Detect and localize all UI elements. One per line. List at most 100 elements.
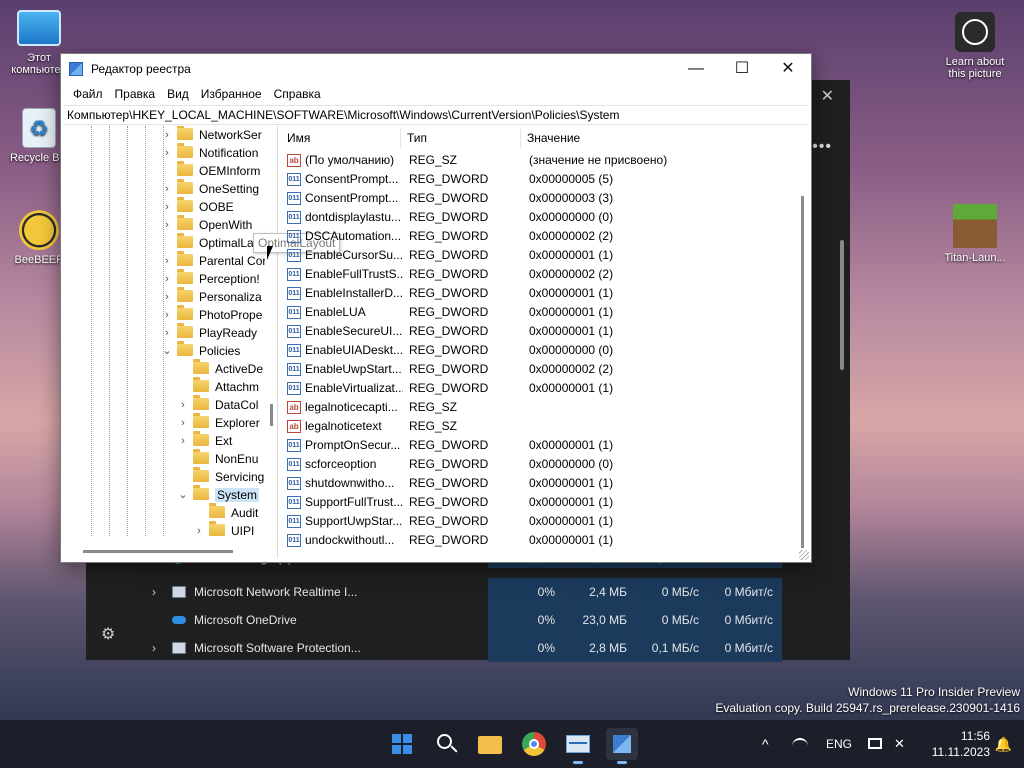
expander-icon[interactable]: ›: [161, 288, 173, 306]
values-vertical-scrollbar[interactable]: [801, 196, 804, 548]
value-row[interactable]: ab legalnoticetext REG_SZ: [281, 417, 801, 436]
menu-favorites[interactable]: Избранное: [195, 84, 268, 104]
show-hidden-icons-chevron[interactable]: ^: [762, 720, 769, 768]
menu-file[interactable]: Файл: [67, 84, 109, 104]
volume-muted-icon[interactable]: ✕: [894, 720, 905, 768]
tree-node[interactable]: ActiveDe: [193, 359, 263, 378]
tree-node[interactable]: › OneSetting: [165, 179, 259, 198]
value-row[interactable]: 011 EnableInstallerD... REG_DWORD 0x0000000…: [281, 284, 801, 303]
value-row[interactable]: ab legalnoticecapti... REG_SZ: [281, 398, 801, 417]
expander-icon[interactable]: ›: [161, 324, 173, 342]
menu-help[interactable]: Справка: [268, 84, 327, 104]
expander-icon[interactable]: ›: [161, 198, 173, 216]
tree-node[interactable]: › PhotoPrope: [165, 305, 262, 324]
value-row[interactable]: 011 ConsentPrompt... REG_DWORD 0x00000003 (…: [281, 189, 801, 208]
windows-start-icon[interactable]: [386, 728, 418, 760]
value-row[interactable]: 011 EnableVirtualizat... REG_DWORD 0x000000…: [281, 379, 801, 398]
clock[interactable]: 11:56 11.11.2023: [932, 728, 990, 760]
expander-icon[interactable]: ›: [161, 270, 173, 288]
tree-horizontal-scrollbar[interactable]: [83, 550, 233, 553]
key-tree[interactable]: › NetworkSer › Notification OEMInform › One…: [63, 126, 278, 558]
device-icon[interactable]: [868, 720, 882, 768]
expander-icon[interactable]: ⌄: [161, 342, 173, 360]
value-row[interactable]: 011 SupportUwpStar... REG_DWORD 0x00000001 …: [281, 512, 801, 531]
value-row[interactable]: 011 EnableUIADeskt... REG_DWORD 0x00000000 …: [281, 341, 801, 360]
value-row[interactable]: 011 EnableFullTrustS... REG_DWORD 0x0000000…: [281, 265, 801, 284]
expand-icon[interactable]: ›: [152, 634, 156, 662]
tree-node[interactable]: › OOBE: [165, 197, 234, 216]
value-row[interactable]: 011 DSCAutomation... REG_DWORD 0x00000002 (…: [281, 227, 801, 246]
tree-node[interactable]: › Personaliza: [165, 287, 262, 306]
expander-icon[interactable]: ›: [193, 522, 205, 540]
tree-node[interactable]: › PlayReady: [165, 323, 257, 342]
task-manager-icon[interactable]: [562, 728, 594, 764]
minimize-button[interactable]: —: [673, 54, 719, 84]
process-row[interactable]: Microsoft OneDrive 0% 23,0 МБ 0 МБ/с 0 М…: [136, 606, 850, 634]
expander-icon[interactable]: ›: [161, 180, 173, 198]
tree-vertical-scrollbar[interactable]: [265, 126, 277, 544]
expander-icon[interactable]: ›: [177, 414, 189, 432]
value-row[interactable]: 011 dontdisplaylastu... REG_DWORD 0x0000000…: [281, 208, 801, 227]
tree-node[interactable]: › Perception!: [165, 269, 260, 288]
value-row[interactable]: 011 PromptOnSecur... REG_DWORD 0x00000001 (…: [281, 436, 801, 455]
value-row[interactable]: 011 EnableSecureUI... REG_DWORD 0x00000001 …: [281, 322, 801, 341]
expander-icon[interactable]: ›: [177, 396, 189, 414]
task-manager-scrollbar[interactable]: [840, 240, 844, 370]
registry-editor-icon[interactable]: [606, 728, 638, 764]
tree-node[interactable]: › DataCol: [181, 395, 258, 414]
tree-node[interactable]: › NetworkSer: [165, 126, 262, 144]
value-row[interactable]: 011 SupportFullTrust... REG_DWORD 0x0000000…: [281, 493, 801, 512]
registry-editor-window[interactable]: Редактор реестра — ☐ ✕ Файл Правка Вид И…: [60, 53, 812, 563]
tree-node-selected[interactable]: ⌄ System: [178, 485, 260, 504]
desktop-icon-learn-about-picture[interactable]: Learn about this picture: [936, 12, 1014, 80]
menu-view[interactable]: Вид: [161, 84, 195, 104]
tree-node[interactable]: › Explorer: [181, 413, 260, 432]
tree-node[interactable]: › Ext: [181, 431, 232, 450]
maximize-button[interactable]: ☐: [719, 54, 765, 84]
tree-node[interactable]: › Parental Cor: [165, 251, 266, 270]
desktop-icon-titan-launcher[interactable]: Titan-Laun...: [936, 204, 1014, 264]
tree-node[interactable]: › Notification: [165, 143, 258, 162]
value-row[interactable]: 011 shutdownwitho... REG_DWORD 0x00000001 (…: [281, 474, 801, 493]
value-row[interactable]: 011 EnableLUA REG_DWORD 0x00000001 (1): [281, 303, 801, 322]
expander-icon[interactable]: ›: [161, 126, 173, 144]
expander-icon[interactable]: ⌄: [177, 486, 189, 504]
tree-node[interactable]: OEMInform: [177, 161, 260, 180]
value-row[interactable]: ab (По умолчанию) REG_SZ (значение не присв…: [281, 151, 801, 170]
address-bar[interactable]: Компьютер\HKEY_LOCAL_MACHINE\SOFTWARE\Mi…: [63, 105, 809, 125]
tree-node[interactable]: Audit: [209, 503, 258, 522]
expand-icon[interactable]: ›: [152, 578, 156, 606]
column-type-header[interactable]: Тип: [401, 128, 521, 148]
more-options-icon[interactable]: •••: [812, 138, 832, 156]
process-row[interactable]: › Microsoft Network Realtime I... 0% 2,4…: [136, 578, 850, 606]
network-icon[interactable]: [792, 720, 808, 768]
value-row[interactable]: 011 EnableCursorSu... REG_DWORD 0x00000001 …: [281, 246, 801, 265]
tree-node[interactable]: Attachm: [193, 377, 259, 396]
column-data-header[interactable]: Значение: [521, 128, 801, 148]
value-row[interactable]: 011 ConsentPrompt... REG_DWORD 0x00000005 (…: [281, 170, 801, 189]
value-row[interactable]: 011 EnableUwpStart... REG_DWORD 0x00000002 …: [281, 360, 801, 379]
language-indicator[interactable]: ENG: [826, 720, 852, 768]
search-icon[interactable]: [430, 728, 462, 760]
close-icon[interactable]: ✕: [821, 86, 834, 106]
resize-grip-icon[interactable]: [799, 550, 809, 560]
process-row[interactable]: › Microsoft Software Protection... 0% 2,…: [136, 634, 850, 662]
value-row[interactable]: 011 undockwithoutl... REG_DWORD 0x00000001 …: [281, 531, 801, 550]
settings-icon[interactable]: ⚙: [101, 624, 115, 644]
tree-node[interactable]: › OpenWith: [165, 215, 252, 234]
chrome-icon[interactable]: [518, 728, 550, 760]
scrollbar-thumb[interactable]: [270, 404, 273, 426]
values-list[interactable]: Имя Тип Значение ab (По умолчанию) REG_SZ (…: [281, 126, 809, 558]
notification-bell-icon[interactable]: 🔔: [995, 720, 1012, 768]
tree-node[interactable]: ⌄ Policies: [162, 341, 240, 360]
expander-icon[interactable]: ›: [177, 432, 189, 450]
value-row[interactable]: 011 scforceoption REG_DWORD 0x00000000 (0): [281, 455, 801, 474]
file-explorer-icon[interactable]: [474, 728, 506, 760]
expander-icon[interactable]: ›: [161, 306, 173, 324]
close-button[interactable]: ✕: [765, 54, 811, 84]
tree-node[interactable]: › UIPI: [197, 521, 254, 540]
column-name-header[interactable]: Имя: [281, 128, 401, 148]
expander-icon[interactable]: ›: [161, 216, 173, 234]
tree-node[interactable]: NonEnu: [193, 449, 258, 468]
title-bar[interactable]: Редактор реестра — ☐ ✕: [61, 54, 811, 84]
